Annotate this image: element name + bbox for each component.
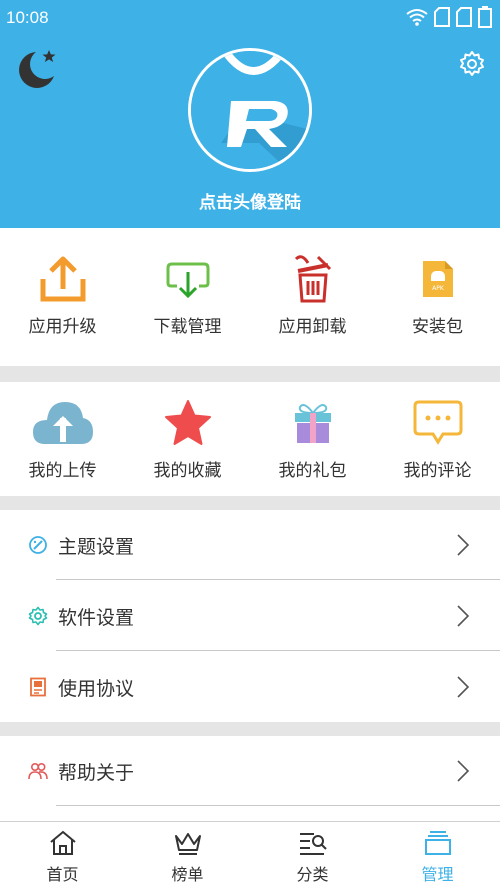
status-time: 10:08 (6, 8, 49, 27)
wifi-icon (406, 9, 428, 26)
tab-category[interactable]: 分类 (250, 822, 375, 888)
row-label: 主题设置 (58, 536, 135, 558)
my-favorites-button[interactable]: 我的收藏 (125, 396, 250, 481)
chevron-right-icon (457, 760, 470, 782)
app-upgrade-button[interactable]: 应用升级 (0, 252, 125, 337)
tab-label: 分类 (296, 865, 329, 884)
row-divider (56, 805, 500, 806)
tab-label: 首页 (46, 865, 79, 884)
usage-agreement-row[interactable]: 使用协议 (0, 652, 500, 722)
crown-icon (174, 833, 201, 855)
grid-label: 应用卸载 (278, 317, 347, 337)
profile-header: 10:08 点击头像登陆 (0, 0, 500, 228)
avatar[interactable] (188, 48, 312, 172)
row-label: 帮助关于 (58, 762, 135, 784)
tab-label: 榜单 (171, 865, 204, 884)
settings-icon[interactable] (458, 50, 486, 78)
comment-icon (413, 400, 462, 445)
grid-label: 应用升级 (28, 317, 97, 337)
app-tools-grid: 应用升级 下载管理 应用卸载 APK 安装包 (0, 252, 500, 337)
home-icon (49, 830, 76, 855)
manage-icon (424, 831, 451, 855)
tab-label: 管理 (421, 865, 454, 884)
my-gifts-button[interactable]: 我的礼包 (250, 396, 375, 481)
help-about-row[interactable]: 帮助关于 (0, 736, 500, 806)
grid-label: 我的收藏 (153, 461, 222, 481)
cloud-upload-icon (32, 402, 93, 444)
chevron-right-icon (457, 605, 470, 627)
gear-icon (28, 606, 48, 626)
grid-label: 安装包 (412, 317, 463, 337)
bottom-tab-bar: 首页 榜单 分类 管理 (0, 821, 500, 888)
row-divider (56, 579, 500, 580)
grid-label: 我的上传 (28, 461, 97, 481)
svg-text:APK: APK (432, 285, 445, 292)
chevron-right-icon (457, 534, 470, 556)
sim-card-icon (434, 7, 450, 27)
row-label: 使用协议 (58, 678, 135, 700)
app-logo-icon (191, 51, 309, 169)
status-bar: 10:08 (0, 0, 500, 34)
section-divider (0, 366, 500, 382)
section-divider (0, 722, 500, 736)
download-icon (166, 262, 209, 299)
star-icon (164, 400, 211, 445)
login-prompt[interactable]: 点击头像登陆 (0, 188, 500, 213)
tab-ranking[interactable]: 榜单 (125, 822, 250, 888)
my-uploads-button[interactable]: 我的上传 (0, 396, 125, 481)
section-divider (0, 496, 500, 510)
status-icons (406, 6, 492, 28)
trash-icon (294, 255, 331, 303)
grid-label: 下载管理 (153, 317, 222, 337)
row-label: 软件设置 (58, 607, 135, 629)
row-divider (56, 650, 500, 651)
people-icon (28, 762, 48, 780)
chevron-right-icon (457, 676, 470, 698)
install-package-button[interactable]: APK 安装包 (375, 252, 500, 337)
category-search-icon (299, 833, 327, 855)
download-manager-button[interactable]: 下载管理 (125, 252, 250, 337)
tab-manage[interactable]: 管理 (375, 822, 500, 888)
grid-label: 我的评论 (403, 461, 472, 481)
night-mode-icon[interactable] (14, 46, 60, 92)
grid-label: 我的礼包 (278, 461, 347, 481)
palette-icon (29, 536, 47, 554)
theme-settings-row[interactable]: 主题设置 (0, 510, 500, 580)
app-uninstall-button[interactable]: 应用卸载 (250, 252, 375, 337)
upload-icon (40, 256, 85, 302)
apk-icon: APK (422, 261, 453, 297)
user-content-grid: 我的上传 我的收藏 我的礼包 我的评论 (0, 396, 500, 481)
my-comments-button[interactable]: 我的评论 (375, 396, 500, 481)
tab-home[interactable]: 首页 (0, 822, 125, 888)
sim-card-icon (456, 7, 472, 27)
document-icon (30, 677, 46, 697)
software-settings-row[interactable]: 软件设置 (0, 581, 500, 651)
gift-icon (294, 404, 331, 443)
battery-icon (478, 6, 492, 28)
